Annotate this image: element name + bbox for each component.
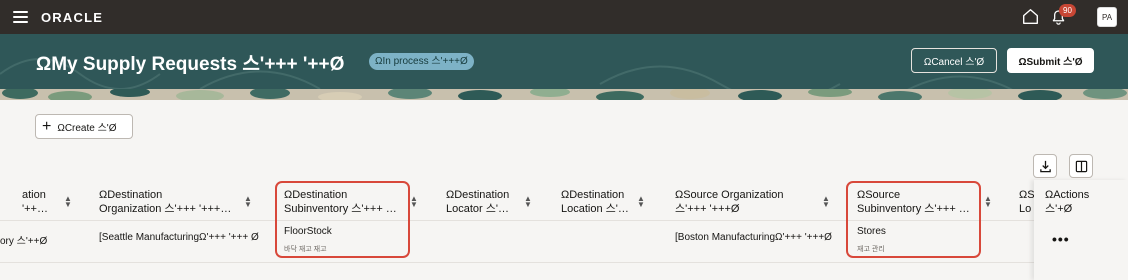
column-header-partial[interactable]: ation '++… [0,188,48,216]
cell-partial: ory 스'++Ø [0,236,48,247]
top-nav-bar: ORACLE 90 PA [0,0,1128,34]
highlight-source-subinventory [846,181,981,258]
column-header-line2: Lo [1019,203,1032,215]
cell-source-organization: [Boston ManufacturingΩ'+++ '+++Ø [675,232,832,243]
highlight-destination-subinventory [275,181,410,258]
column-header-line2: '++… [22,203,48,215]
notification-count-badge: 90 [1059,4,1076,17]
columns-icon [1075,160,1087,172]
column-header-line2: Organization 스'+++ '+++… [99,203,232,215]
column-header-line1: ation [22,189,46,201]
sort-icon[interactable]: ▲ ▼ [984,195,992,209]
column-header-actions: ΩActions 스'+Ø [1045,188,1089,216]
decorative-banner [0,88,1128,100]
sort-icon[interactable]: ▲ ▼ [244,195,252,209]
page-title: ΩMy Supply Requests 스'+++ '++Ø [36,54,345,75]
export-button[interactable] [1033,154,1057,178]
column-header-line1: ΩDestination [99,189,163,201]
cancel-button[interactable]: ΩCancel 스'Ø [911,48,997,73]
column-header-line1: ΩDestination [446,189,510,201]
column-header-line2: 스'+++ '+++Ø [675,203,740,215]
column-header-destination-locator[interactable]: ΩDestination Locator 스'… [446,188,509,216]
create-button-label: ΩCreate 스'Ø [57,123,117,134]
row-actions-menu-icon[interactable]: ••• [1052,231,1070,247]
home-icon[interactable] [1022,8,1039,25]
columns-button[interactable] [1069,154,1093,178]
column-header-line1: ΩS [1019,189,1035,201]
sort-icon[interactable]: ▲ ▼ [524,195,532,209]
sort-icon[interactable]: ▲ ▼ [64,195,72,209]
download-icon [1039,160,1051,172]
column-header-line1: ΩDestination [561,189,625,201]
cell-destination-organization: [Seattle ManufacturingΩ'+++ '+++ Ø [99,232,259,243]
column-header-line2: Locator 스'… [446,203,509,215]
column-header-destination-organization[interactable]: ΩDestination Organization 스'+++ '+++… [99,188,231,216]
sort-icon[interactable]: ▲ ▼ [637,195,645,209]
user-avatar[interactable]: PA [1097,7,1117,27]
column-header-line1: ΩSource Organization [675,189,784,201]
column-header-destination-location[interactable]: ΩDestination Location 스'… [561,188,629,216]
status-badge: ΩIn process 스'+++Ø [369,53,474,70]
column-header-line2: 스'+Ø [1045,203,1073,215]
submit-button[interactable]: ΩSubmit 스'Ø [1007,48,1094,73]
create-button[interactable]: + ΩCreate 스'Ø [35,114,133,139]
row-divider [0,262,1128,263]
column-header-partial-right[interactable]: ΩS Lo [1019,188,1035,216]
plus-icon: + [42,117,52,135]
sort-icon[interactable]: ▲ ▼ [822,195,830,209]
column-header-source-organization[interactable]: ΩSource Organization 스'+++ '+++Ø [675,188,784,216]
column-header-line1: ΩActions [1045,189,1090,201]
oracle-logo: ORACLE [41,10,104,25]
menu-icon[interactable] [13,11,28,23]
column-header-line2: Location 스'… [561,203,629,215]
sort-icon[interactable]: ▲ ▼ [410,195,418,209]
